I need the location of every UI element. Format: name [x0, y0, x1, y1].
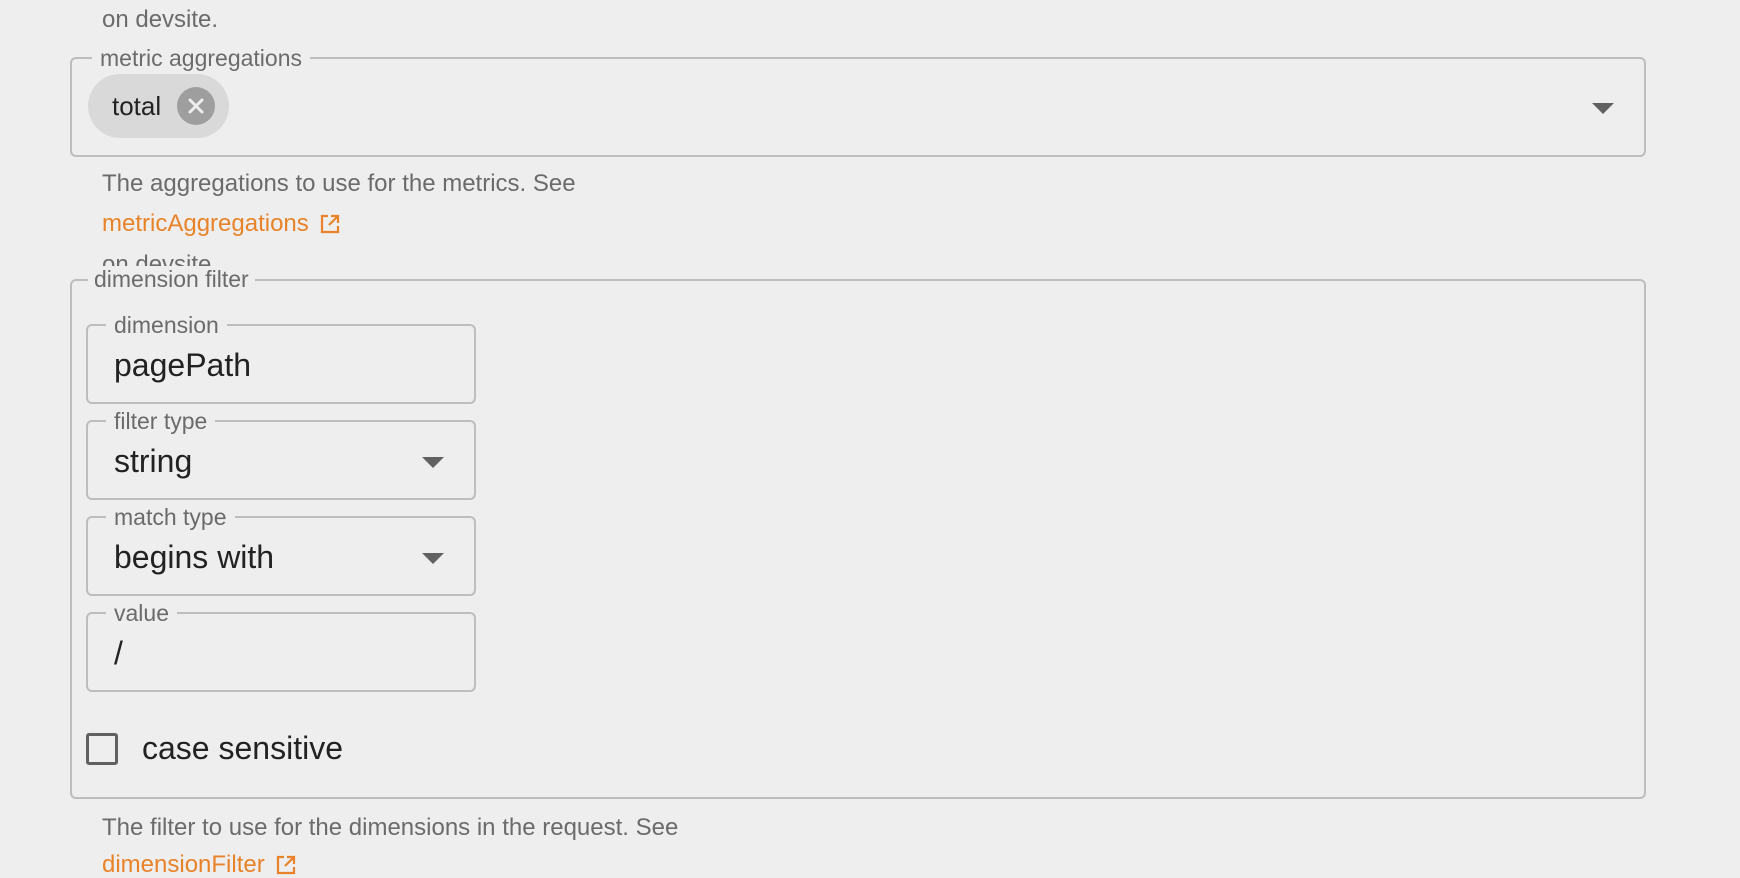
metric-aggregations-link-label: metricAggregations [102, 210, 309, 237]
value-value: / [114, 635, 123, 671]
arrow-drop-down-icon[interactable] [422, 457, 444, 468]
value-input[interactable]: value / [86, 600, 476, 692]
open-in-new-icon [319, 213, 341, 235]
value-label: value [106, 600, 177, 626]
dimension-filter-link-label: dimensionFilter [102, 851, 265, 878]
case-sensitive-checkbox-row[interactable]: case sensitive [86, 730, 343, 767]
filter-type-label: filter type [106, 408, 216, 434]
dimension-filter-help: The filter to use for the dimensions in … [102, 814, 679, 841]
match-type-label: match type [106, 504, 235, 530]
metric-aggregations-select[interactable]: metric aggregations total [70, 45, 1646, 157]
filter-type-select[interactable]: filter type string [86, 408, 476, 500]
dimension-filter-legend: dimension filter [88, 266, 255, 292]
case-sensitive-label: case sensitive [142, 730, 343, 766]
match-type-value: begins with [114, 539, 275, 575]
chip-total[interactable]: total [88, 74, 230, 138]
dimension-value: pagePath [114, 347, 252, 383]
prev-help-tail: on devsite. [102, 6, 219, 33]
metric-aggregations-legend: metric aggregations [92, 45, 310, 71]
arrow-drop-down-icon[interactable] [1592, 103, 1614, 114]
chip-remove-icon[interactable] [177, 87, 216, 125]
match-type-select[interactable]: match type begins with [86, 504, 476, 596]
chip-label: total [112, 90, 162, 121]
dimension-filter-link[interactable]: dimensionFilter [102, 853, 297, 877]
case-sensitive-checkbox[interactable] [86, 732, 118, 765]
dimension-input[interactable]: dimension pagePath [86, 312, 476, 404]
metric-aggregations-help: The aggregations to use for the metrics.… [102, 170, 576, 197]
filter-type-value: string [114, 443, 193, 479]
metric-aggregations-link[interactable]: metricAggregations [102, 212, 341, 236]
open-in-new-icon [275, 854, 297, 876]
arrow-drop-down-icon[interactable] [422, 553, 444, 564]
dimension-label: dimension [106, 312, 227, 338]
